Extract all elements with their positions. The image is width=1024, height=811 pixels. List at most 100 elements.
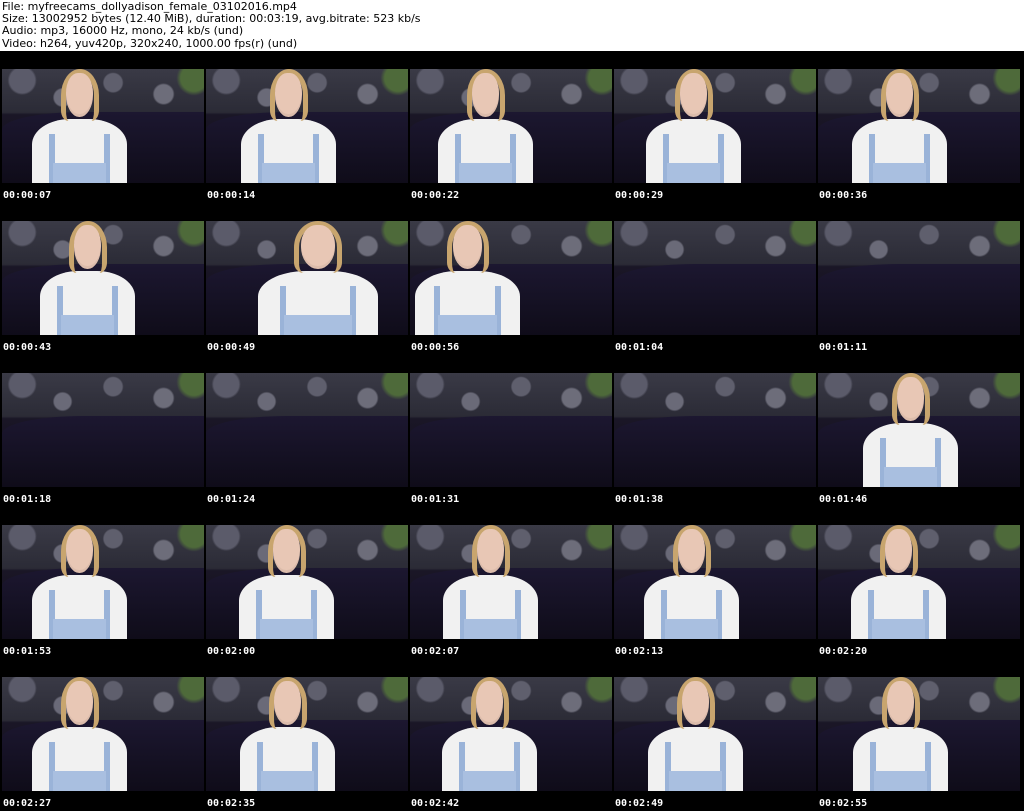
person-figure	[853, 677, 948, 791]
video-frame-thumbnail	[206, 677, 408, 791]
person-figure	[32, 69, 127, 183]
head	[66, 529, 93, 573]
thumbnail-timestamp: 00:00:36	[819, 190, 868, 201]
video-frame-thumbnail	[818, 525, 1020, 639]
video-frame-thumbnail	[206, 373, 408, 487]
thumbnail-timestamp: 00:02:35	[207, 798, 256, 809]
overall-bib	[668, 771, 723, 791]
video-frame-thumbnail	[206, 69, 408, 183]
head	[682, 681, 709, 725]
head	[66, 73, 93, 117]
thumbnail-timestamp: 00:00:07	[3, 190, 52, 201]
overall-bib	[52, 771, 107, 791]
thumbnail-cell: 00:01:24	[204, 355, 408, 507]
person-figure	[852, 69, 947, 183]
person-figure	[239, 525, 334, 639]
thumbnail-cell: 00:01:46	[816, 355, 1020, 507]
thumbnail-timestamp: 00:00:29	[615, 190, 664, 201]
video-frame-thumbnail	[410, 677, 612, 791]
video-frame-thumbnail	[614, 69, 816, 183]
overall-bib	[873, 771, 928, 791]
thumbnail-timestamp: 00:00:49	[207, 342, 256, 353]
head	[274, 681, 301, 725]
thumbnail-cell: 00:01:11	[816, 203, 1020, 355]
person-figure	[644, 525, 739, 639]
head	[472, 73, 499, 117]
overall-bib	[259, 619, 314, 639]
video-frame-thumbnail	[2, 525, 204, 639]
head	[275, 73, 302, 117]
thumbnail-cell: 00:01:04	[612, 203, 816, 355]
thumbnail-cell: 00:00:36	[816, 51, 1020, 203]
person-figure	[241, 69, 336, 183]
thumbnail-timestamp: 00:02:13	[615, 646, 664, 657]
thumbnail-cell: 00:02:27	[0, 659, 204, 811]
head	[680, 73, 707, 117]
video-frame-thumbnail	[614, 677, 816, 791]
overall-bib	[462, 771, 517, 791]
person-figure	[32, 525, 127, 639]
thumbnail-cell: 00:02:42	[408, 659, 612, 811]
thumbnail-timestamp: 00:00:22	[411, 190, 460, 201]
head	[273, 529, 300, 573]
thumbnail-timestamp: 00:02:42	[411, 798, 460, 809]
overall-bib	[261, 163, 316, 183]
sofa-background	[410, 416, 612, 487]
person-figure	[646, 69, 741, 183]
person-figure	[648, 677, 743, 791]
thumbnail-cell: 00:00:07	[0, 51, 204, 203]
thumbnail-grid: 00:00:07 00:00:14 00:00:22 00:00:29 00:00:36…	[0, 51, 1024, 811]
person-figure	[442, 677, 537, 791]
thumbnail-timestamp: 00:02:55	[819, 798, 868, 809]
thumbnail-timestamp: 00:01:46	[819, 494, 868, 505]
thumbnail-cell: 00:02:49	[612, 659, 816, 811]
overall-bib	[60, 315, 115, 335]
thumbnail-cell: 00:01:53	[0, 507, 204, 659]
thumbnail-cell: 00:00:14	[204, 51, 408, 203]
person-figure	[863, 373, 958, 487]
video-frame-thumbnail	[410, 373, 612, 487]
thumbnail-timestamp: 00:02:20	[819, 646, 868, 657]
thumbnail-timestamp: 00:00:14	[207, 190, 256, 201]
video-frame-thumbnail	[818, 69, 1020, 183]
thumbnail-cell: 00:00:49	[204, 203, 408, 355]
thumbnail-timestamp: 00:01:04	[615, 342, 664, 353]
thumbnail-timestamp: 00:01:38	[615, 494, 664, 505]
video-frame-thumbnail	[614, 525, 816, 639]
sofa-background	[614, 416, 816, 487]
thumbnail-cell: 00:00:43	[0, 203, 204, 355]
sofa-background	[614, 264, 816, 335]
head	[886, 73, 913, 117]
thumbnail-cell: 00:01:31	[408, 355, 612, 507]
video-frame-thumbnail	[818, 373, 1020, 487]
head	[476, 681, 503, 725]
thumbnail-cell: 00:02:07	[408, 507, 612, 659]
overall-bib	[871, 619, 926, 639]
head	[301, 225, 335, 269]
video-frame-thumbnail	[206, 221, 408, 335]
overall-bib	[883, 467, 938, 487]
overall-bib	[458, 163, 513, 183]
video-frame-thumbnail	[410, 221, 612, 335]
video-frame-thumbnail	[410, 69, 612, 183]
person-figure	[40, 221, 135, 335]
head	[66, 681, 93, 725]
overall-bib	[463, 619, 518, 639]
person-figure	[415, 221, 520, 335]
head	[678, 529, 705, 573]
video-frame-thumbnail	[2, 677, 204, 791]
thumbnail-cell: 00:00:22	[408, 51, 612, 203]
video-info-line: Video: h264, yuv420p, 320x240, 1000.00 f…	[2, 36, 298, 50]
thumbnail-timestamp: 00:01:31	[411, 494, 460, 505]
head	[452, 225, 483, 269]
person-figure	[258, 221, 378, 335]
video-frame-thumbnail	[206, 525, 408, 639]
thumbnail-timestamp: 00:02:27	[3, 798, 52, 809]
thumbnail-cell: 00:02:13	[612, 507, 816, 659]
thumbnail-cell: 00:02:35	[204, 659, 408, 811]
sofa-background	[818, 264, 1020, 335]
file-info-header: File: myfreecams_dollyadison_female_0310…	[0, 0, 1024, 51]
overall-bib	[664, 619, 719, 639]
thumbnail-timestamp: 00:01:11	[819, 342, 868, 353]
sofa-background	[2, 416, 204, 487]
